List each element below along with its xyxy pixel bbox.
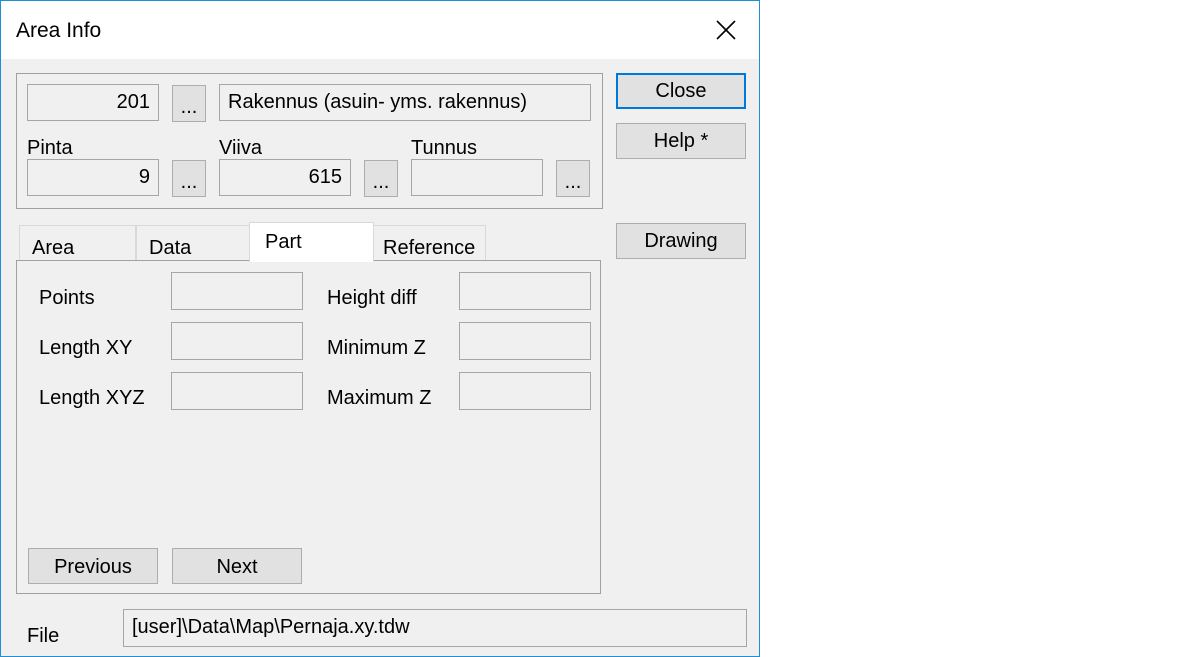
tunnus-label: Tunnus [411, 137, 477, 159]
tab-reference[interactable]: Reference [370, 225, 486, 262]
help-button[interactable]: Help * [616, 123, 746, 159]
length-xyz-label: Length XYZ [39, 387, 145, 409]
viiva-browse-button[interactable]: ... [364, 160, 398, 197]
maximum-z-field[interactable] [459, 372, 591, 410]
pinta-browse-button[interactable]: ... [172, 160, 206, 197]
pinta-field[interactable]: 9 [27, 159, 159, 196]
viiva-field[interactable]: 615 [219, 159, 351, 196]
description-field[interactable]: Rakennus (asuin- yms. rakennus) [219, 84, 591, 121]
title-bar: Area Info [1, 1, 759, 59]
area-info-dialog: Area Info 201 ... Rakennus (asuin- yms. … [0, 0, 760, 657]
points-field[interactable] [171, 272, 303, 310]
maximum-z-label: Maximum Z [327, 387, 432, 409]
close-button[interactable]: Close [616, 73, 746, 109]
tunnus-field[interactable] [411, 159, 543, 196]
viiva-label: Viiva [219, 137, 262, 159]
tunnus-browse-button[interactable]: ... [556, 160, 590, 197]
length-xy-label: Length XY [39, 337, 133, 359]
next-button[interactable]: Next [172, 548, 302, 584]
file-path-field[interactable]: [user]\Data\Map\Pernaja.xy.tdw [123, 609, 747, 647]
height-diff-field[interactable] [459, 272, 591, 310]
code-browse-button[interactable]: ... [172, 85, 206, 122]
points-label: Points [39, 287, 95, 309]
pinta-label: Pinta [27, 137, 73, 159]
length-xyz-field[interactable] [171, 372, 303, 410]
length-xy-field[interactable] [171, 322, 303, 360]
part-tab-panel [16, 260, 601, 594]
close-window-icon[interactable] [701, 12, 749, 50]
tab-data[interactable]: Data [136, 225, 250, 262]
tab-area[interactable]: Area [19, 225, 136, 262]
tab-part[interactable]: Part [249, 222, 374, 262]
file-label: File [27, 625, 60, 647]
window-title: Area Info [16, 19, 102, 42]
drawing-button[interactable]: Drawing [616, 223, 746, 259]
code-field[interactable]: 201 [27, 84, 159, 121]
minimum-z-field[interactable] [459, 322, 591, 360]
previous-button[interactable]: Previous [28, 548, 158, 584]
minimum-z-label: Minimum Z [327, 337, 426, 359]
height-diff-label: Height diff [327, 287, 417, 309]
